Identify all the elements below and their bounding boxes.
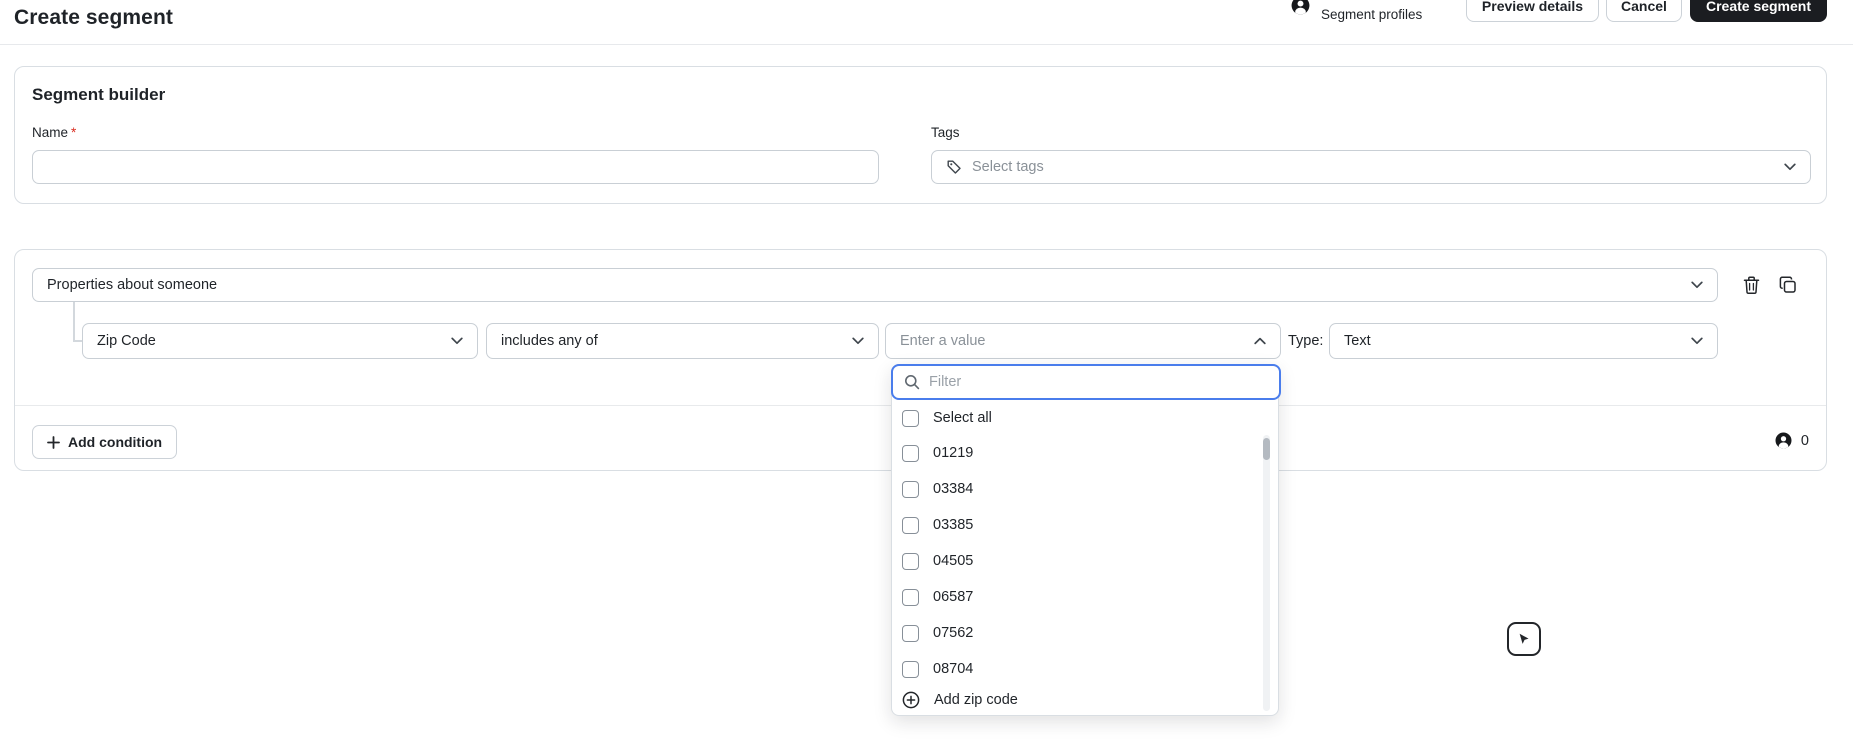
add-condition-button[interactable]: Add condition: [32, 425, 178, 459]
select-all-checkbox[interactable]: [902, 409, 919, 427]
type-label: Type:: [1288, 333, 1324, 349]
cursor-widget-icon: [1517, 632, 1531, 646]
trash-icon: [1743, 276, 1760, 295]
zip-option-checkbox[interactable]: [902, 480, 919, 498]
filter-field[interactable]: [891, 364, 1281, 400]
chevron-down-icon: [1691, 281, 1703, 289]
zip-option-checkbox[interactable]: [902, 588, 919, 606]
segment-builder-card: Segment builder Name * Tags Select tags: [14, 66, 1827, 204]
zip-option-row[interactable]: 04505: [892, 546, 1254, 576]
tag-icon: [946, 159, 962, 175]
zip-option-row[interactable]: 03384: [892, 474, 1254, 504]
zip-option-row[interactable]: 01219: [892, 438, 1254, 468]
search-icon: [904, 374, 920, 390]
value-dropdown-panel: Select all 01219 03384 03385 04505 06587…: [891, 364, 1281, 716]
profile-count-value: 0: [1800, 432, 1809, 449]
value-multiselect[interactable]: Enter a value: [885, 323, 1281, 359]
add-zip-code-row[interactable]: Add zip code: [892, 685, 1254, 715]
property-select[interactable]: Zip Code: [82, 323, 478, 359]
tags-label: Tags: [931, 125, 960, 140]
cancel-button[interactable]: Cancel: [1606, 0, 1682, 22]
create-segment-page: Create segment Segment profiles Preview …: [0, 0, 1853, 756]
delete-condition-button[interactable]: [1740, 274, 1762, 296]
dropdown-scrollbar-thumb[interactable]: [1263, 438, 1270, 460]
dropdown-scrollbar-track[interactable]: [1263, 435, 1270, 711]
chevron-down-icon: [451, 337, 463, 345]
segment-profiles-label: Segment profiles: [1321, 7, 1423, 22]
profile-icon: [1291, 0, 1310, 15]
zip-option-checkbox[interactable]: [902, 660, 919, 678]
zip-option-row[interactable]: 03385: [892, 510, 1254, 540]
zip-option-checkbox[interactable]: [902, 624, 919, 642]
zip-option-checkbox[interactable]: [902, 552, 919, 570]
duplicate-condition-button[interactable]: [1777, 274, 1799, 296]
tags-placeholder: Select tags: [972, 159, 1044, 175]
operator-select[interactable]: includes any of: [486, 323, 879, 359]
select-all-label: Select all: [933, 410, 992, 426]
required-marker: *: [71, 125, 77, 140]
zip-option-row[interactable]: 07562: [892, 618, 1254, 648]
select-all-row[interactable]: Select all: [892, 403, 1254, 433]
value-placeholder: Enter a value: [900, 333, 986, 349]
segment-builder-heading: Segment builder: [32, 85, 166, 104]
chevron-up-icon: [1254, 337, 1266, 345]
segment-name-input[interactable]: [32, 150, 879, 184]
create-segment-button[interactable]: Create segment: [1690, 0, 1827, 22]
plus-circle-icon: [902, 691, 920, 709]
header-divider: [0, 44, 1853, 45]
chevron-down-icon: [1784, 163, 1796, 171]
zip-option-row[interactable]: 06587: [892, 582, 1254, 612]
zip-option-checkbox[interactable]: [902, 444, 919, 462]
add-zip-code-label: Add zip code: [934, 692, 1018, 708]
name-label: Name *: [32, 125, 77, 140]
type-select[interactable]: Text: [1329, 323, 1718, 359]
condition-connector: [73, 302, 75, 342]
chevron-down-icon: [852, 337, 864, 345]
zip-option-row[interactable]: 08704: [892, 654, 1254, 684]
filter-input[interactable]: [929, 374, 1268, 390]
profile-count: 0: [1775, 432, 1809, 449]
preview-details-button[interactable]: Preview details: [1466, 0, 1599, 22]
condition-subject-select[interactable]: Properties about someone: [32, 268, 1718, 302]
floating-widget-button[interactable]: [1507, 622, 1541, 656]
tags-select[interactable]: Select tags: [931, 150, 1811, 184]
chevron-down-icon: [1691, 337, 1703, 345]
profile-icon: [1775, 432, 1792, 449]
page-title: Create segment: [14, 6, 173, 29]
copy-icon: [1779, 276, 1797, 294]
zip-option-checkbox[interactable]: [902, 516, 919, 534]
plus-icon: [47, 435, 60, 449]
